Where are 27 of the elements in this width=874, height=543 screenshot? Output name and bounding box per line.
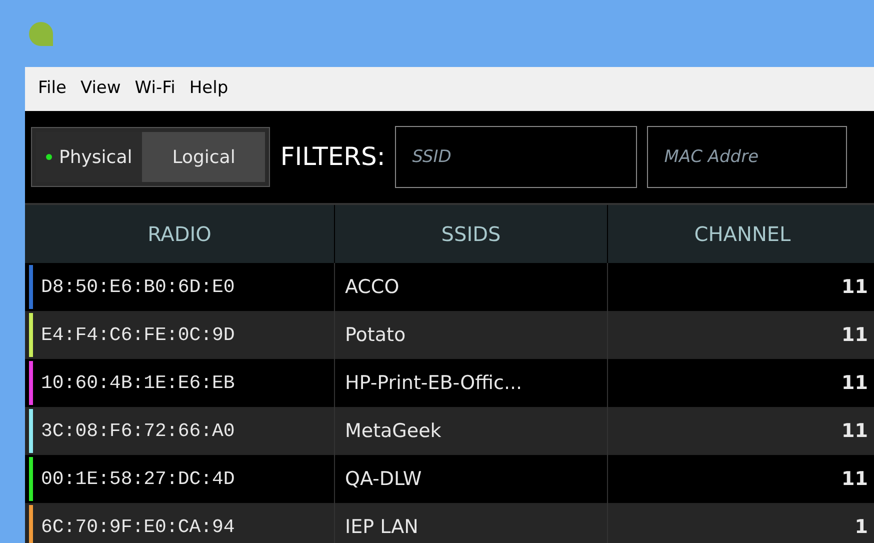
menu-item[interactable]: File — [37, 76, 68, 102]
table-cell-text: 10:60:4B:1E:E6:EB — [41, 370, 235, 396]
filter-field[interactable]: MAC Addre — [647, 126, 848, 188]
menu-item[interactable]: Wi-Fi — [134, 76, 176, 102]
filters-label: FILTERS: — [280, 141, 386, 174]
table-cell-text: HP-Print-EB-Offic... — [345, 370, 522, 396]
table-cell-text: Potato — [345, 322, 406, 348]
menu-item[interactable]: View — [79, 76, 122, 102]
table-cell-text: MetaGeek — [345, 418, 442, 444]
table-cell-text: 11 — [842, 418, 868, 444]
table-cell-text: 11 — [842, 370, 868, 396]
table-cell-text: 6C:70:9F:E0:CA:94 — [41, 514, 235, 540]
table-cell-text: 11 — [842, 274, 868, 300]
table-cell-text: 11 — [842, 466, 868, 492]
table-cell-text: 1 — [854, 514, 868, 540]
table-cell-text: ACCO — [345, 274, 400, 300]
filter-field[interactable]: SSID — [395, 126, 638, 188]
table-cell-text: QA-DLW — [345, 466, 422, 492]
table-cell-text: D8:50:E6:B0:6D:E0 — [41, 274, 235, 300]
table-cell-text: 3C:08:F6:72:66:A0 — [41, 418, 235, 444]
table-cell-text: 00:1E:58:27:DC:4D — [41, 466, 235, 492]
table-cell-text: 11 — [842, 322, 868, 348]
app-logo-icon — [28, 20, 54, 46]
menu-item[interactable]: Help — [188, 76, 230, 102]
view-tab[interactable]: Logical — [142, 132, 266, 182]
table-cell-text: IEP LAN — [345, 514, 418, 540]
table-cell-text: E4:F4:C6:FE:0C:9D — [41, 322, 235, 348]
